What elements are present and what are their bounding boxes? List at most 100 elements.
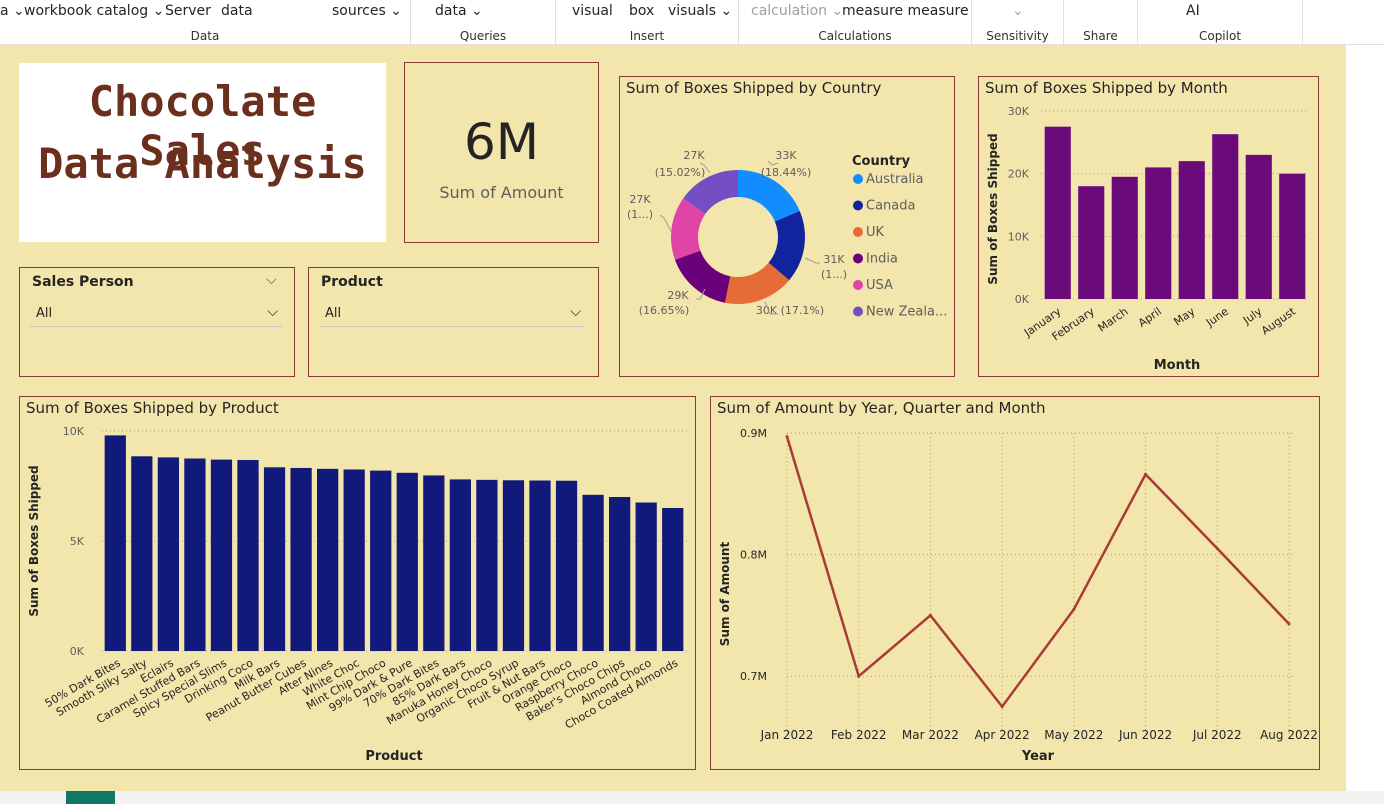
product-bar bbox=[317, 468, 339, 651]
line-point bbox=[1144, 472, 1148, 476]
line-chart-amount[interactable]: Sum of Amount by Year, Quarter and Month… bbox=[710, 396, 1320, 770]
ribbon-group-queries: data ⌄ Queries bbox=[411, 0, 556, 44]
legend-item: Canada bbox=[866, 199, 915, 214]
ribbon-button[interactable]: ⌄ bbox=[1012, 3, 1024, 19]
x-tick-label: Jan 2022 bbox=[760, 728, 814, 742]
chevron-down-icon[interactable]: ⌵ bbox=[267, 304, 278, 320]
sales-person-dropdown[interactable]: All ⌵ bbox=[30, 304, 282, 327]
product-bar bbox=[290, 467, 312, 651]
month-bar bbox=[1178, 161, 1205, 299]
product-bar bbox=[104, 435, 126, 651]
legend-marker bbox=[853, 227, 863, 237]
product-bar bbox=[157, 457, 179, 651]
month-bar bbox=[1111, 176, 1138, 299]
y-tick-label: 30K bbox=[1008, 105, 1030, 118]
x-tick-label: Apr 2022 bbox=[975, 728, 1030, 742]
amount-line bbox=[785, 436, 1290, 709]
y-tick-label: 0.8M bbox=[740, 549, 767, 562]
kpi-card[interactable]: 6M Sum of Amount bbox=[404, 62, 599, 243]
y-axis-title: Sum of Boxes Shipped bbox=[986, 133, 1000, 284]
donut-leader-line bbox=[659, 214, 673, 234]
x-tick-label: June bbox=[1203, 305, 1231, 330]
ribbon-items: ⌄ bbox=[972, 3, 1063, 21]
legend-item: UK bbox=[866, 225, 885, 240]
month-bar bbox=[1145, 167, 1172, 299]
bar-chart-month[interactable]: Sum of Boxes Shipped by Month 0K 10K 20K 30… bbox=[978, 76, 1319, 377]
kpi-label: Sum of Amount bbox=[439, 183, 564, 202]
product-dropdown[interactable]: All ⌵ bbox=[319, 304, 585, 327]
ribbon-items: visual box visuals ⌄ bbox=[556, 3, 738, 21]
slicer-title: Sales Person bbox=[32, 274, 134, 290]
y-axis-title: Sum of Boxes Shipped bbox=[27, 465, 41, 616]
chart-title: Sum of Boxes Shipped by Country bbox=[626, 79, 882, 97]
slicer-product[interactable]: Product All ⌵ bbox=[308, 267, 599, 377]
y-tick-label: 10K bbox=[1008, 230, 1030, 243]
ribbon-items: calculation ⌄ measure measure bbox=[739, 3, 971, 21]
donut-data-label: 33K bbox=[775, 149, 797, 162]
ribbon-items: a ⌄ workbook catalog ⌄ Server data sources ⌄ bbox=[0, 3, 410, 21]
ribbon-button[interactable]: Server bbox=[165, 3, 211, 19]
line-point bbox=[857, 674, 861, 678]
x-tick-label: March bbox=[1096, 305, 1131, 335]
ribbon-group-label: Insert bbox=[629, 29, 665, 43]
chart-title: Sum of Boxes Shipped by Month bbox=[985, 79, 1228, 97]
chevron-down-icon[interactable]: ⌵ bbox=[266, 272, 277, 288]
ribbon-group-label: Copilot bbox=[1198, 29, 1242, 43]
ribbon-button[interactable]: visual bbox=[572, 3, 613, 19]
product-bar bbox=[343, 469, 365, 651]
y-tick-label: 0K bbox=[70, 645, 85, 658]
ribbon-group-label: Share bbox=[1083, 29, 1118, 43]
product-bar bbox=[582, 494, 604, 651]
product-bar-svg: 0K5K10K50% Dark BitesSmooth Silky SaltyE… bbox=[27, 425, 690, 764]
month-bar bbox=[1078, 186, 1105, 299]
product-bar bbox=[635, 502, 657, 651]
ribbon-items: data ⌄ bbox=[411, 3, 555, 21]
product-bar bbox=[449, 479, 471, 651]
product-bar bbox=[210, 459, 233, 651]
product-bar bbox=[237, 460, 259, 651]
chevron-down-icon[interactable]: ⌵ bbox=[570, 304, 581, 320]
page-tab-indicator[interactable] bbox=[66, 791, 115, 804]
product-bar bbox=[609, 497, 631, 651]
ribbon-button[interactable]: a ⌄ bbox=[0, 3, 25, 19]
y-tick-label: 5K bbox=[70, 535, 85, 548]
product-bar bbox=[662, 508, 684, 651]
ribbon-button[interactable]: data ⌄ bbox=[435, 3, 483, 19]
slicer-sales-person[interactable]: Sales Person ⌵ All ⌵ bbox=[19, 267, 295, 377]
month-bar bbox=[1044, 126, 1071, 300]
chart-title: Sum of Boxes Shipped by Product bbox=[26, 399, 279, 417]
x-axis-title: Year bbox=[1021, 749, 1055, 764]
line-point bbox=[1287, 622, 1291, 626]
ribbon-button[interactable]: workbook catalog ⌄ bbox=[24, 3, 164, 19]
bar-chart-product[interactable]: Sum of Boxes Shipped by Product 0K 5K 10K 5… bbox=[19, 396, 696, 770]
ribbon-group-label: Data bbox=[190, 29, 220, 43]
status-strip bbox=[0, 791, 1384, 804]
x-tick-label: August bbox=[1259, 304, 1299, 337]
ribbon-button[interactable]: measure measure bbox=[842, 3, 969, 19]
donut-leader-line bbox=[804, 257, 820, 264]
donut-data-label: (1...) bbox=[821, 268, 847, 281]
ribbon-button[interactable]: AI bbox=[1186, 3, 1200, 19]
donut-chart-country[interactable]: Sum of Boxes Shipped by Country 33K (18.4… bbox=[619, 76, 955, 377]
month-bar bbox=[1212, 134, 1239, 299]
product-bar bbox=[555, 480, 578, 651]
chart-title: Sum of Amount by Year, Quarter and Month bbox=[717, 399, 1046, 417]
y-axis-title: Sum of Amount bbox=[718, 542, 732, 647]
product-bar bbox=[502, 480, 525, 651]
donut-data-label: (16.65%) bbox=[639, 304, 690, 317]
x-axis-title: Product bbox=[365, 749, 422, 764]
donut-data-label: (1...) bbox=[627, 208, 653, 221]
legend-marker bbox=[853, 253, 863, 264]
ribbon-button[interactable]: box bbox=[629, 3, 654, 19]
ribbon-button[interactable]: calculation ⌄ bbox=[751, 3, 843, 19]
ribbon-button[interactable]: visuals ⌄ bbox=[668, 3, 732, 19]
ribbon-button[interactable]: data bbox=[221, 3, 253, 19]
month-bar-svg: 0K10K20K30KJanuaryFebruaryMarch April May J… bbox=[986, 105, 1309, 373]
dropdown-value: All bbox=[325, 306, 342, 321]
product-bar bbox=[423, 475, 445, 651]
ribbon-button[interactable]: sources ⌄ bbox=[332, 3, 402, 19]
line-point bbox=[1072, 607, 1076, 611]
x-tick-label: Jul 2022 bbox=[1192, 728, 1242, 742]
legend-item: Australia bbox=[866, 172, 924, 187]
donut-data-label: (15.02%) bbox=[655, 166, 706, 179]
